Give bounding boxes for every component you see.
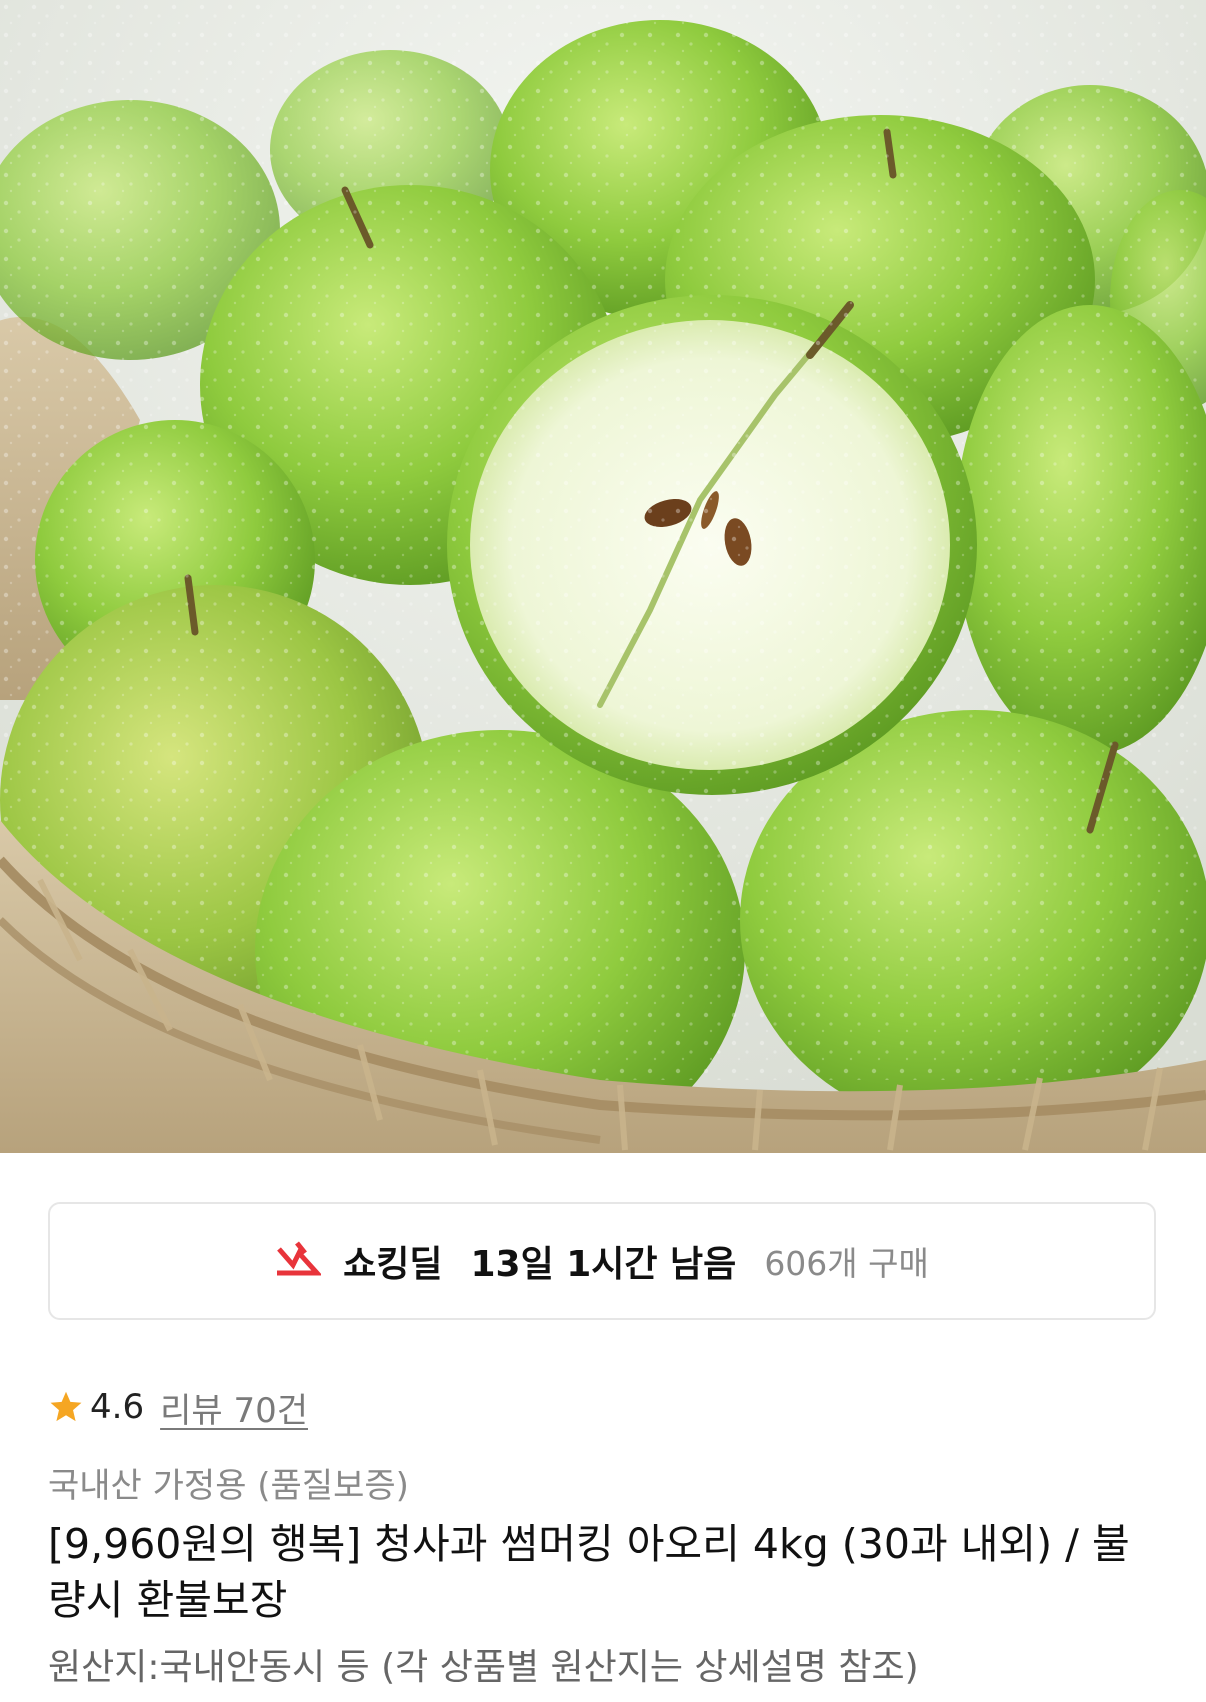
shocking-deal-banner[interactable]: 쇼킹딜 13일 1시간 남음 606개 구매 bbox=[48, 1202, 1156, 1320]
product-title: [9,960원의 행복] 청사과 썸머킹 아오리 4kg (30과 내외) / … bbox=[48, 1520, 1130, 1624]
deal-time-remaining: 13일 1시간 남음 bbox=[470, 1244, 737, 1285]
star-icon bbox=[50, 1391, 82, 1422]
review-count-link[interactable]: 리뷰 70건 bbox=[160, 1383, 308, 1432]
product-category: 국내산 가정용 (품질보증) bbox=[48, 1466, 409, 1506]
product-image[interactable] bbox=[0, 0, 1206, 1153]
product-origin: 원산지:국내안동시 등 (각 상품별 원산지는 상세설명 참조) bbox=[48, 1647, 919, 1688]
rating-row: 4.6 리뷰 70건 bbox=[48, 1382, 308, 1432]
rating-value: 4.6 bbox=[90, 1387, 145, 1427]
green-apples-photo-icon bbox=[0, 0, 1206, 1153]
purchase-count: 606개 구매 bbox=[764, 1244, 929, 1283]
lightning-bolt-icon bbox=[277, 1241, 322, 1276]
deal-label: 쇼킹딜 bbox=[343, 1244, 443, 1285]
